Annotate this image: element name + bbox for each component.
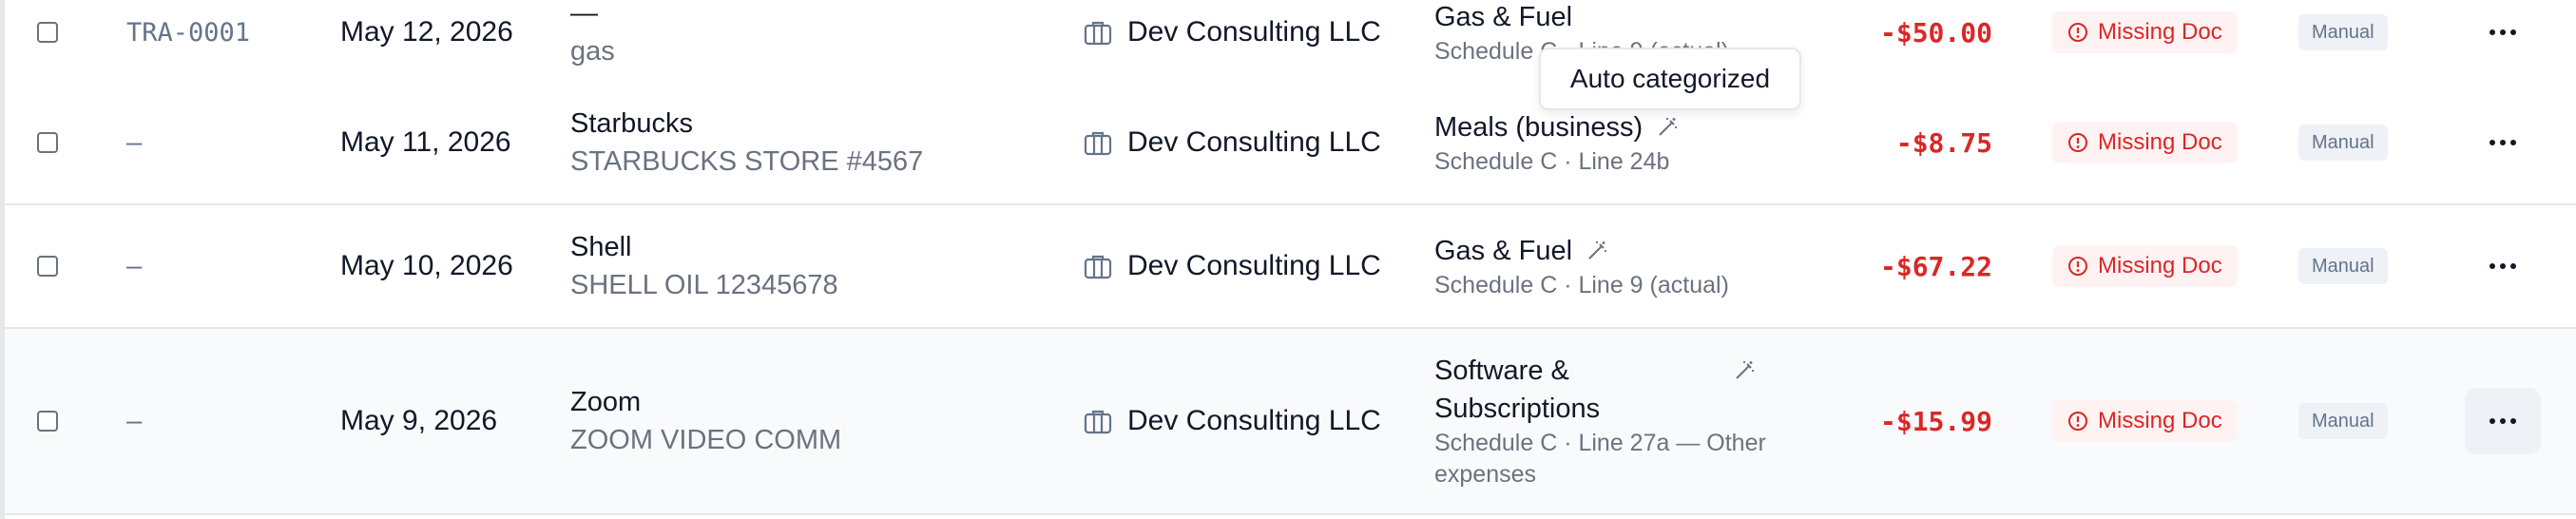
alert-circle-icon: [2068, 257, 2087, 276]
row-actions-button[interactable]: [2465, 388, 2541, 454]
status-label: Missing Doc: [2098, 253, 2222, 279]
source-badge: Manual: [2298, 125, 2388, 161]
status-badge[interactable]: Missing Doc: [2052, 122, 2238, 163]
row-actions-button[interactable]: [2465, 205, 2541, 327]
status-badge[interactable]: Missing Doc: [2052, 400, 2238, 442]
alert-circle-icon: [2068, 23, 2087, 42]
alert-circle-icon: [2068, 133, 2087, 152]
table-row[interactable]: – May 9, 2026 Zoom ZOOM VIDEO COMM Dev C…: [5, 329, 2576, 515]
row-actions-button[interactable]: [2465, 82, 2541, 203]
auto-categorized-tooltip: Auto categorized: [1539, 48, 1801, 110]
more-horizontal-icon: [2489, 263, 2516, 269]
table-row[interactable]: TRA-0001 May 12, 2026 — gas Dev Consulti…: [5, 0, 2576, 84]
status-label: Missing Doc: [2098, 408, 2222, 433]
status-label: Missing Doc: [2098, 19, 2222, 45]
source-badge: Manual: [2298, 248, 2388, 284]
table-row[interactable]: – May 10, 2026 Shell SHELL OIL 12345678 …: [5, 205, 2576, 329]
source-badge: Manual: [2298, 14, 2388, 50]
row-actions-button[interactable]: [2465, 0, 2541, 82]
table-row[interactable]: – May 11, 2026 Starbucks STARBUCKS STORE…: [5, 82, 2576, 205]
status-badge[interactable]: Missing Doc: [2052, 11, 2238, 53]
more-horizontal-icon: [2489, 140, 2516, 145]
more-horizontal-icon: [2489, 29, 2516, 35]
status-label: Missing Doc: [2098, 129, 2222, 155]
status-badge[interactable]: Missing Doc: [2052, 245, 2238, 287]
alert-circle-icon: [2068, 412, 2087, 431]
more-horizontal-icon: [2489, 418, 2516, 424]
source-badge: Manual: [2298, 403, 2388, 439]
transactions-table: TRA-0001 May 12, 2026 — gas Dev Consulti…: [0, 0, 2576, 519]
